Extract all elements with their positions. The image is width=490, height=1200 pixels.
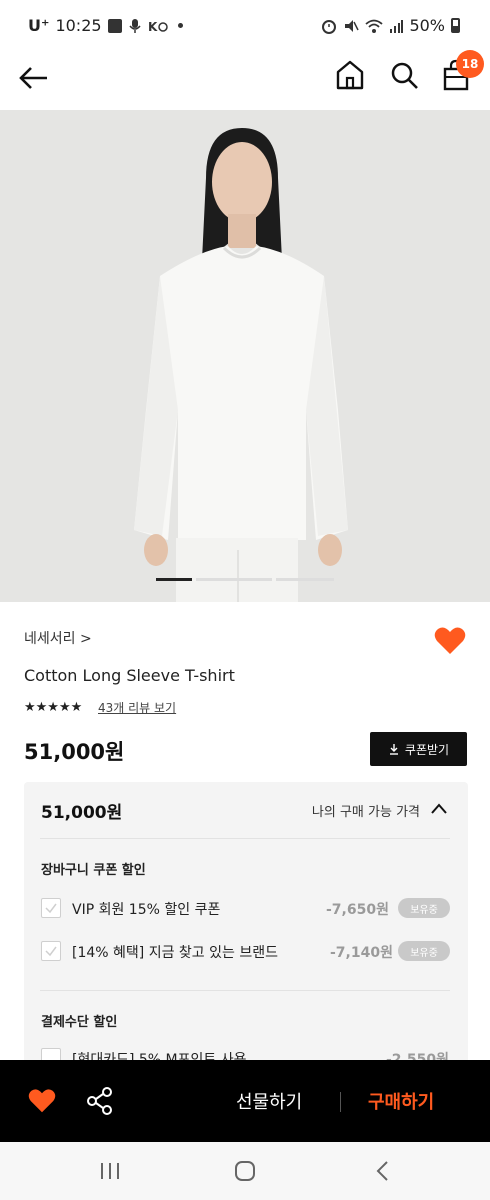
notification-icon — [107, 18, 122, 33]
carrier-label: U⁺ — [28, 16, 50, 35]
coupon-checkbox-2[interactable] — [41, 941, 61, 961]
system-navigation-bar — [0, 1142, 490, 1200]
coupon-label-1: VIP 회원 15% 할인 쿠폰 — [72, 902, 221, 918]
rating-stars: ★★★★★ — [24, 700, 83, 715]
review-link[interactable]: 43개 리뷰 보기 — [98, 699, 176, 716]
volte-icon: K — [148, 20, 168, 34]
time-label: 10:25 — [55, 16, 102, 35]
divider — [340, 1092, 341, 1112]
status-right: 50% — [321, 16, 460, 35]
product-price: 51,000원 — [24, 740, 125, 764]
gift-button[interactable]: 선물하기 — [236, 1088, 302, 1114]
brand-link[interactable]: 네세서리 > — [24, 628, 92, 648]
chevron-up-icon[interactable] — [430, 802, 448, 816]
battery-icon — [451, 18, 460, 33]
wifi-icon — [365, 19, 384, 33]
status-left: U⁺ 10:25 K — [28, 16, 183, 35]
battery-percent: 50% — [409, 16, 445, 35]
heart-icon[interactable] — [434, 626, 466, 656]
back-nav-icon[interactable] — [374, 1160, 392, 1182]
svg-text:K: K — [148, 20, 158, 34]
coupon-amount-1: -7,650원 — [326, 902, 389, 918]
back-arrow-icon[interactable] — [16, 60, 52, 96]
share-icon[interactable] — [86, 1086, 114, 1116]
search-icon[interactable] — [388, 58, 420, 92]
product-name: Cotton Long Sleeve T-shirt — [24, 666, 235, 685]
alarm-icon — [322, 19, 337, 34]
status-bar: U⁺ 10:25 K 50% — [0, 0, 490, 52]
divider — [40, 838, 450, 839]
mic-icon — [128, 18, 141, 33]
cart-count-badge: 18 — [456, 50, 484, 78]
buy-button[interactable]: 구매하기 — [368, 1088, 434, 1114]
cart-coupon-title: 장바구니 쿠폰 할인 — [41, 863, 146, 878]
product-photo — [0, 110, 490, 602]
home-nav-icon[interactable] — [234, 1160, 256, 1182]
benefit-price: 51,000원 — [41, 803, 123, 823]
coupon-checkbox-1[interactable] — [41, 898, 61, 918]
download-icon — [389, 744, 398, 755]
recents-icon[interactable] — [98, 1160, 122, 1182]
divider — [40, 990, 450, 991]
check-icon — [45, 903, 57, 914]
home-icon[interactable] — [334, 58, 366, 92]
gallery-indicator-2[interactable] — [196, 578, 272, 581]
app-header — [0, 52, 490, 108]
coupon-amount-2: -7,140원 — [330, 945, 393, 961]
wishlist-heart-icon[interactable] — [28, 1088, 56, 1114]
my-price-toggle[interactable]: 나의 구매 가능 가격 — [312, 801, 420, 820]
bottom-action-bar: 선물하기 구매하기 — [0, 1060, 490, 1142]
coupon-download-button[interactable]: 쿠폰받기 — [370, 732, 467, 766]
coupon-status-badge-2: 보유중 — [398, 941, 450, 961]
mute-icon — [345, 19, 360, 32]
coupon-label-2: [14% 혜택] 지금 찾고 있는 브랜드 — [72, 945, 278, 961]
signal-icon — [390, 19, 404, 33]
coupon-status-badge-1: 보유중 — [398, 898, 450, 918]
more-notifications-icon — [177, 23, 183, 28]
check-icon — [45, 946, 57, 957]
gallery-indicator-3[interactable] — [276, 578, 334, 581]
payment-discount-title: 결제수단 할인 — [41, 1015, 118, 1030]
coupon-button-label: 쿠폰받기 — [404, 742, 450, 757]
product-image[interactable] — [0, 110, 490, 602]
gallery-indicator-1[interactable] — [156, 578, 192, 581]
price-benefit-panel: 51,000원 나의 구매 가능 가격 장바구니 쿠폰 할인 VIP 회원 15… — [24, 782, 468, 1072]
